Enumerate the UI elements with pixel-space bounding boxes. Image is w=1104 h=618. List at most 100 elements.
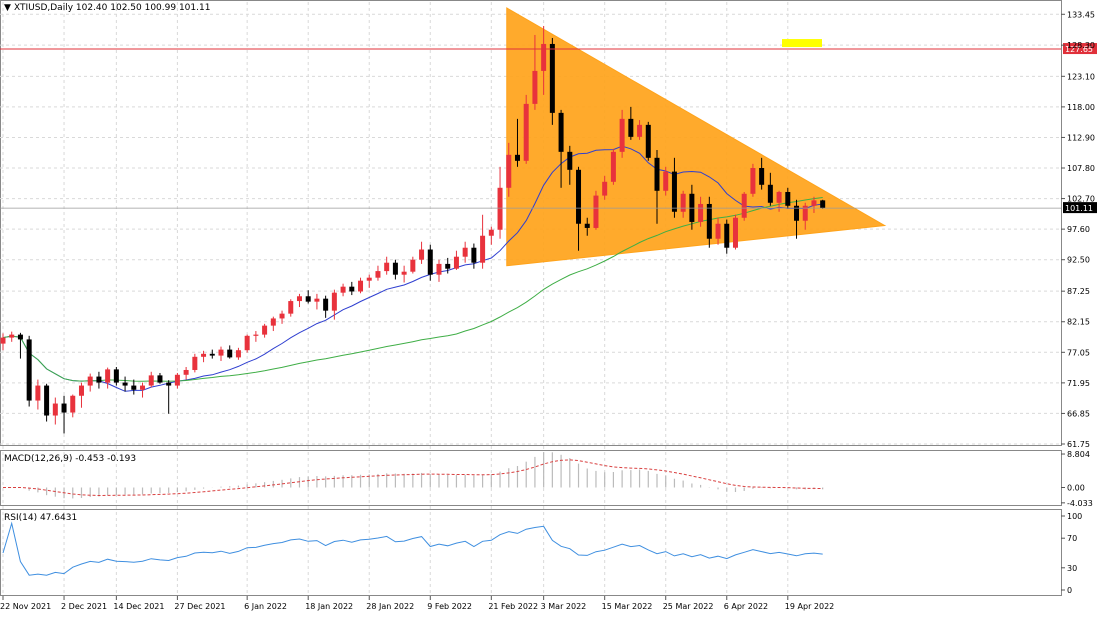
candle-body [820, 200, 826, 209]
time-tick-label: 6 Apr 2022 [724, 602, 768, 611]
price-axis: 133.45 128.30 123.10 118.00 112.90 107.80 102.… [1061, 10, 1095, 449]
price-tick-label: 133.45 [1067, 10, 1095, 19]
candle-body [698, 203, 704, 222]
candle-body [523, 103, 529, 161]
candle-body [445, 263, 451, 269]
candle-body [52, 403, 58, 416]
price-tick-label: 82.15 [1067, 318, 1090, 327]
candle-body [706, 203, 712, 239]
candle-body [0, 337, 6, 344]
time-tick-label: 15 Mar 2022 [602, 602, 653, 611]
macd-panel: 8.804 0.00 -4.033 [3, 450, 1093, 508]
candle-body [340, 286, 346, 293]
candle-body [471, 247, 477, 263]
candle-body [741, 193, 747, 218]
candle-body [384, 262, 390, 272]
candle-body [567, 151, 573, 170]
candle-body [201, 353, 207, 357]
candle-body [759, 168, 765, 185]
candle-body [166, 382, 172, 386]
price-tick-label: 128.30 [1067, 41, 1095, 50]
candle-body [227, 349, 233, 358]
time-tick-label: 22 Nov 2021 [0, 602, 51, 611]
highlight-tag [782, 39, 822, 48]
candle-body [235, 350, 241, 358]
candle-body [680, 193, 686, 212]
main-title-icon: ▼ [4, 3, 11, 13]
candle-body [87, 376, 93, 386]
candle-body [593, 195, 599, 228]
candle-body [314, 298, 320, 302]
candle-body [410, 259, 416, 272]
price-tick-label: 66.85 [1067, 409, 1090, 418]
rsi-tick-label: 30 [1067, 564, 1077, 573]
macd-tick-label: -4.033 [1067, 499, 1093, 508]
candle-body [558, 112, 564, 152]
candle-body [296, 296, 302, 302]
candle-body [480, 235, 486, 263]
candle-body [279, 313, 285, 319]
candle-body [44, 385, 50, 416]
candle-body [628, 118, 634, 137]
candle-body [645, 124, 651, 158]
candle-body [244, 335, 250, 351]
candle-body [715, 223, 721, 239]
rsi-panel: 100 70 30 0 [2, 512, 1082, 595]
time-tick-label: 9 Feb 2022 [427, 602, 472, 611]
time-tick-label: 28 Jan 2022 [366, 602, 414, 611]
candle-body [514, 154, 520, 161]
time-tick-label: 6 Jan 2022 [244, 602, 287, 611]
candle-body [105, 369, 111, 383]
time-tick-label: 14 Dec 2021 [113, 602, 164, 611]
candle-body [610, 151, 616, 182]
candle-body [305, 296, 311, 302]
candle-body [358, 280, 364, 292]
candle-body [811, 200, 817, 206]
candle-body [288, 301, 294, 314]
candle-body [419, 249, 425, 260]
candle-body [401, 271, 407, 275]
price-tick-label: 112.90 [1067, 133, 1095, 142]
candle-body [602, 181, 608, 196]
candle-body [140, 385, 146, 390]
candle-body [462, 247, 468, 257]
price-tick-label: 102.70 [1067, 195, 1095, 204]
candle-body [637, 124, 643, 137]
candle-body [61, 403, 67, 413]
macd-tick-label: 8.804 [1067, 450, 1090, 459]
price-tick-label: 107.80 [1067, 164, 1095, 173]
candle-body [549, 43, 555, 113]
candle-body [532, 70, 538, 104]
candle-body [506, 154, 512, 188]
rsi-line [2, 521, 823, 576]
time-tick-label: 25 Mar 2022 [663, 602, 714, 611]
price-tick-label: 77.05 [1067, 348, 1090, 357]
rsi-tick-label: 100 [1067, 512, 1082, 521]
candle-body [192, 356, 198, 370]
candle-body [724, 223, 730, 248]
candle-body [576, 169, 582, 224]
candle-body [262, 325, 268, 335]
time-tick-label: 21 Feb 2022 [488, 602, 538, 611]
last-price-label: 101.11 [1065, 204, 1093, 213]
candle-body [270, 318, 276, 326]
time-tick-label: 2 Dec 2021 [61, 602, 107, 611]
candle-body [113, 369, 119, 383]
rsi-tick-label: 70 [1067, 534, 1077, 543]
rsi-tick-label: 0 [1067, 586, 1072, 595]
rsi-title: RSI(14) 47.6431 [4, 513, 77, 523]
candle-body [122, 382, 128, 386]
time-tick-label: 18 Jan 2022 [305, 602, 353, 611]
candle-body [70, 395, 76, 413]
price-tick-label: 61.75 [1067, 440, 1090, 449]
candle-body [584, 223, 590, 228]
candle-body [323, 298, 329, 311]
candle-body [488, 229, 494, 236]
candle-body [663, 171, 669, 191]
trading-chart: 127.65101.11 133.45128.30123.10118.00112… [0, 0, 1097, 611]
candle-body [131, 385, 137, 390]
candle-body [209, 353, 215, 356]
macd-title: MACD(12,26,9) -0.453 -0.193 [4, 454, 136, 464]
candle-body [497, 187, 503, 230]
candle-body [218, 349, 224, 356]
